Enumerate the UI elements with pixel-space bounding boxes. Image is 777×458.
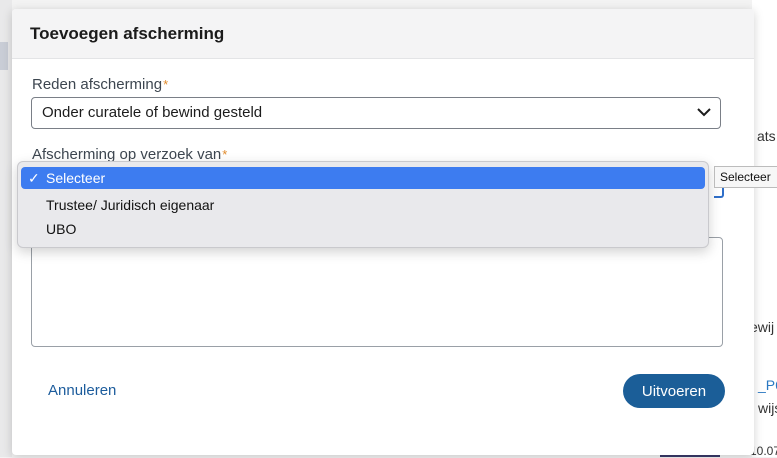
tooltip-text: Selecteer: [720, 170, 771, 184]
option-label: Selecteer: [46, 170, 106, 186]
required-mark: *: [163, 77, 169, 92]
reason-select-value: Onder curatele of bewind gesteld: [42, 104, 263, 121]
option-label: UBO: [46, 221, 77, 237]
cancel-button[interactable]: Annuleren: [48, 382, 116, 399]
background-text: wijs: [758, 400, 777, 416]
background-chip: [0, 42, 8, 70]
background-page: ats ewij _P6 wijs 10.07.20: [750, 0, 777, 458]
request-dropdown-menu: ✓ Selecteer Trustee/ Juridisch eigenaar …: [17, 161, 709, 248]
checkmark-icon: ✓: [28, 170, 40, 186]
reason-select[interactable]: Onder curatele of bewind gesteld: [31, 97, 721, 129]
reason-label-text: Reden afscherming: [32, 76, 163, 93]
submit-button[interactable]: Uitvoeren: [623, 374, 725, 408]
dialog-title: Toevoegen afscherming: [30, 24, 225, 43]
option-label: Trustee/ Juridisch eigenaar: [46, 197, 215, 213]
select-tooltip: Selecteer: [714, 166, 777, 188]
background-text: ats: [757, 128, 776, 144]
dropdown-option-trustee[interactable]: Trustee/ Juridisch eigenaar: [21, 194, 705, 216]
background-link[interactable]: _P6: [758, 377, 777, 393]
background-text: 10.07.20: [750, 444, 777, 458]
reason-label: Reden afscherming*: [32, 76, 168, 93]
remarks-textarea[interactable]: [31, 237, 723, 347]
required-mark: *: [222, 147, 228, 162]
chevron-down-icon: [697, 108, 711, 117]
dropdown-option-selecteer[interactable]: ✓ Selecteer: [21, 167, 705, 189]
dropdown-option-ubo[interactable]: UBO: [21, 218, 705, 240]
